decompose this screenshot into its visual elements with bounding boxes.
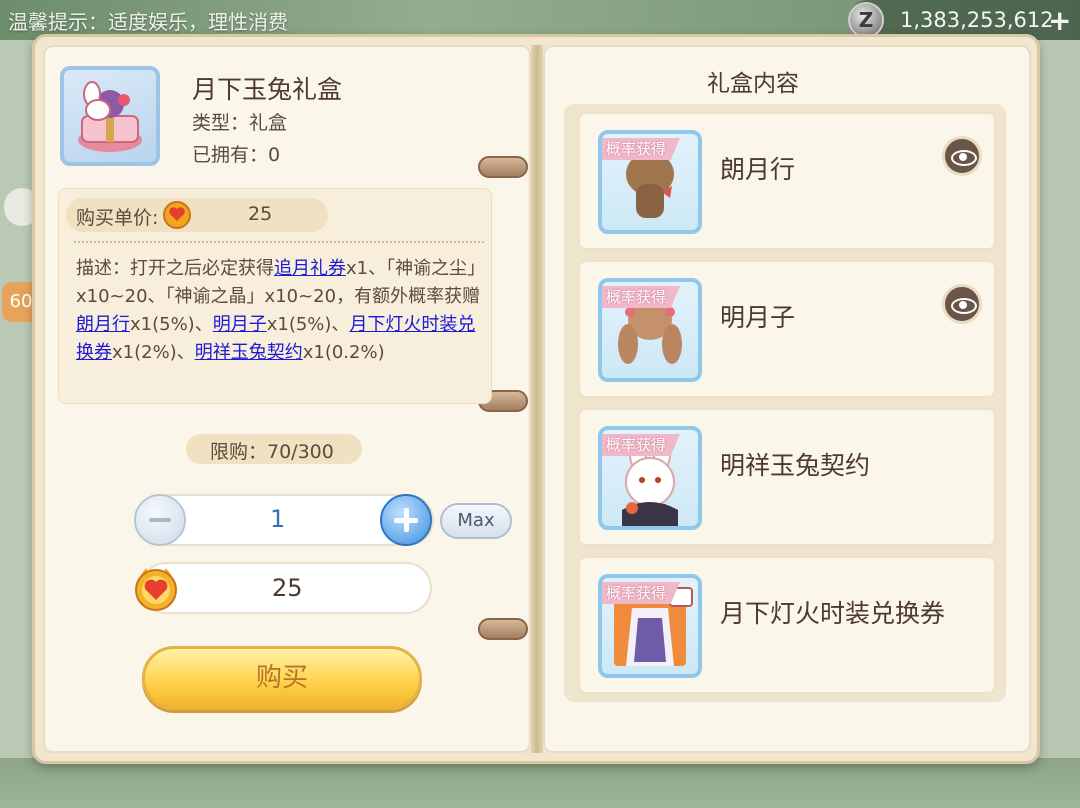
link-langyuexing[interactable]: 朗月行 <box>76 314 130 335</box>
quantity-value[interactable]: 1 <box>270 505 285 533</box>
item-thumbnail: 概率获得 <box>598 426 702 530</box>
decrease-quantity-button[interactable] <box>134 494 186 546</box>
heart-coin-icon <box>132 564 180 612</box>
item-title: 月下玉兔礼盒 <box>192 75 343 104</box>
content-item-name: 月下灯火时装兑换券 <box>720 599 946 628</box>
unit-price-label: 购买单价: <box>76 207 159 229</box>
book-spine <box>531 45 543 753</box>
purchase-limit: 限购：70/300 <box>210 441 334 463</box>
gift-box-icon <box>60 66 160 166</box>
healthy-gaming-tip: 温馨提示：适度娱乐，理性消费 <box>8 10 288 34</box>
gift-box-art <box>78 81 142 152</box>
link-rabbit-contract[interactable]: 明祥玉兔契约 <box>195 342 303 363</box>
background-right <box>1036 40 1080 760</box>
background-bottom <box>0 758 1080 808</box>
binder-ring <box>478 156 528 178</box>
probability-tag: 概率获得 <box>602 434 681 456</box>
link-mingyuezi[interactable]: 明月子 <box>213 314 267 335</box>
heart-coin-icon <box>162 199 192 229</box>
max-quantity-button[interactable]: Max <box>440 503 512 539</box>
content-item-name: 明月子 <box>720 303 796 332</box>
item-thumbnail: 概率获得 <box>598 278 702 382</box>
divider <box>74 241 484 243</box>
description-text: x1(2%)、 <box>112 342 195 363</box>
description-text: x1(5%)、 <box>266 314 350 335</box>
item-thumbnail: 概率获得 <box>598 130 702 234</box>
probability-tag: 概率获得 <box>602 286 681 308</box>
gift-contents-title: 礼盒内容 <box>707 71 799 97</box>
item-thumbnail: 概率获得 <box>598 574 702 678</box>
increase-quantity-button[interactable] <box>380 494 432 546</box>
item-description: 描述：打开之后必定获得追月礼券x1、「神谕之尘」x10~20、「神谕之晶」x10… <box>76 255 486 367</box>
item-owned-count: 已拥有：0 <box>192 144 281 166</box>
content-item-card[interactable]: 概率获得 明月子 <box>578 260 996 398</box>
content-item-card[interactable]: 概率获得 明祥玉兔契约 <box>578 408 996 546</box>
description-text: 描述：打开之后必定获得 <box>76 258 274 279</box>
buy-button[interactable]: 购买 <box>142 646 422 710</box>
item-type: 类型：礼盒 <box>192 112 288 134</box>
content-item-name: 朗月行 <box>720 155 796 184</box>
content-item-card[interactable]: 概率获得 朗月行 <box>578 112 996 250</box>
description-text: x1(0.2%) <box>302 342 385 363</box>
unit-price-value: 25 <box>248 203 273 225</box>
preview-eye-icon[interactable] <box>942 136 982 176</box>
probability-tag: 概率获得 <box>602 138 681 160</box>
add-currency-button[interactable]: + <box>1048 4 1071 37</box>
content-item-card[interactable]: 概率获得 月下灯火时装兑换券 <box>578 556 996 694</box>
z-coin-icon: Z <box>848 2 884 38</box>
preview-eye-icon[interactable] <box>942 284 982 324</box>
content-item-name: 明祥玉兔契约 <box>720 451 871 480</box>
link-zhuiyue-coupon[interactable]: 追月礼券 <box>274 258 346 279</box>
probability-tag: 概率获得 <box>602 582 681 604</box>
description-text: x1(5%)、 <box>130 314 213 335</box>
total-cost-value: 25 <box>272 574 303 602</box>
currency-value: 1,383,253,612 <box>900 8 1054 32</box>
binder-ring <box>478 618 528 640</box>
